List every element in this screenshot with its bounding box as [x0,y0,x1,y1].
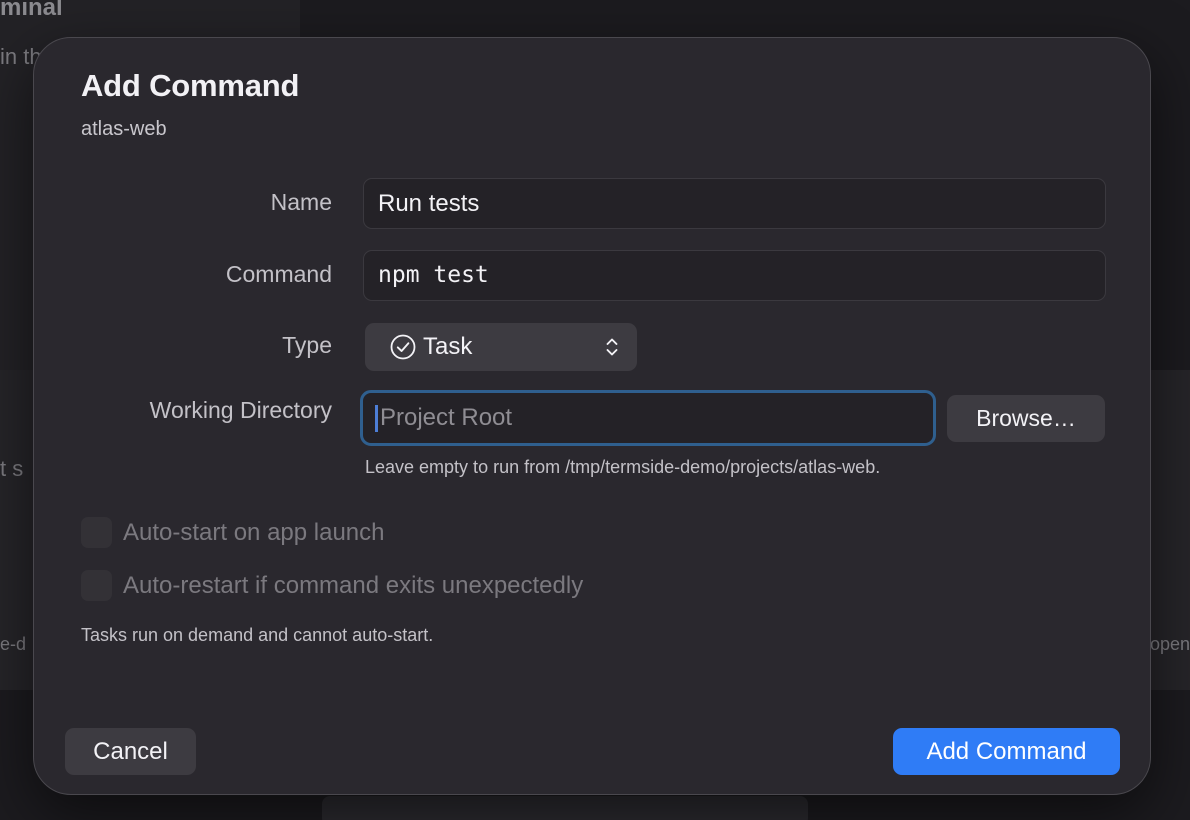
working-directory-label: Working Directory [149,397,332,423]
auto-start-label: Auto-start on app launch [123,518,385,546]
auto-start-option: Auto-start on app launch [81,517,385,548]
background-card [322,796,808,820]
background-text: e-d [0,634,27,654]
chevron-up-down-icon [605,335,619,364]
dialog-title: Add Command [81,68,300,103]
background-text: t s [0,456,24,481]
add-command-button[interactable]: Add Command [893,728,1120,775]
browse-button[interactable]: Browse… [947,395,1105,442]
working-directory-hint: Leave empty to run from /tmp/termside-de… [365,457,881,477]
task-note: Tasks run on demand and cannot auto-star… [81,625,434,645]
type-popup-button[interactable]: Task [365,323,637,371]
auto-restart-checkbox[interactable] [81,570,112,601]
background-text: open [1150,634,1190,654]
name-label: Name [270,189,332,215]
background-title: minal [0,0,63,21]
type-popup-label: Task [423,333,473,360]
auto-restart-label: Auto-restart if command exits unexpected… [123,571,584,599]
auto-start-checkbox[interactable] [81,517,112,548]
cancel-button[interactable]: Cancel [65,728,196,775]
text-caret [375,404,378,432]
working-directory-input[interactable] [380,404,900,432]
command-field[interactable]: npm test [363,250,1106,301]
auto-restart-option: Auto-restart if command exits unexpected… [81,570,583,601]
type-label: Type [282,332,332,358]
name-field[interactable]: Run tests [363,178,1106,229]
command-label: Command [225,261,332,287]
add-command-dialog: Add Command atlas-web Name Run tests Com… [33,37,1151,795]
dialog-subtitle: atlas-web [81,118,167,140]
checkmark-circle-icon [390,334,416,360]
working-directory-field[interactable] [360,390,936,446]
